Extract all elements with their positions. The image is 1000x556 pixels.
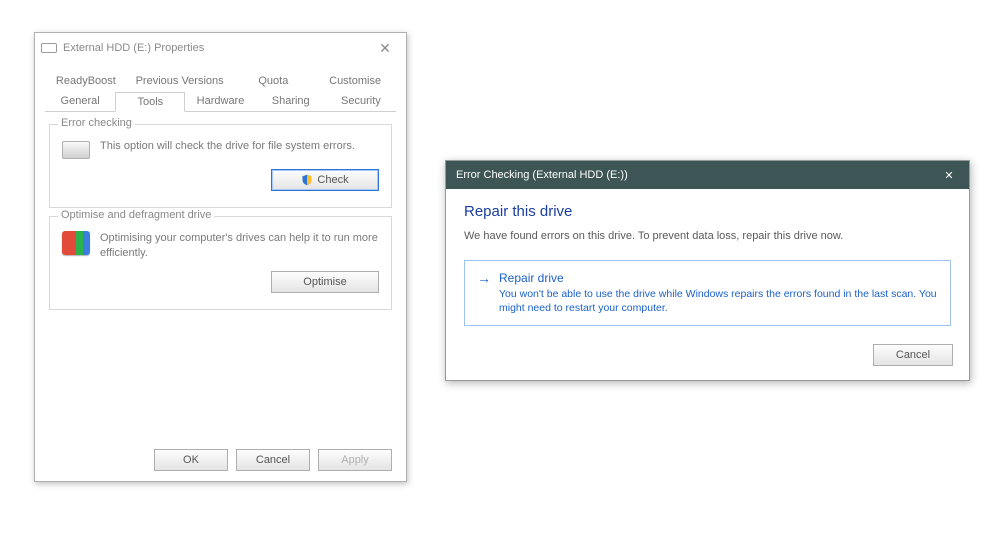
group-error-checking: Error checking This option will check th…	[49, 124, 392, 208]
tab-previous-versions[interactable]: Previous Versions	[127, 71, 233, 91]
ok-button[interactable]: OK	[154, 449, 228, 471]
repair-drive-title: Repair drive	[499, 271, 938, 285]
properties-titlebar[interactable]: External HDD (E:) Properties ✕	[35, 33, 406, 63]
hdd-icon	[41, 43, 57, 53]
tab-sharing[interactable]: Sharing	[256, 91, 326, 111]
close-icon[interactable]: ✕	[929, 161, 969, 189]
cancel-button[interactable]: Cancel	[236, 449, 310, 471]
optimise-text: Optimising your computer's drives can he…	[100, 231, 379, 261]
error-dialog-cancel-button[interactable]: Cancel	[873, 344, 953, 366]
arrow-right-icon: →	[477, 271, 491, 285]
drive-icon	[62, 141, 90, 159]
tab-general[interactable]: General	[45, 91, 115, 111]
tab-hardware[interactable]: Hardware	[185, 91, 255, 111]
error-dialog-message: We have found errors on this drive. To p…	[464, 230, 951, 242]
tab-readyboost[interactable]: ReadyBoost	[45, 71, 127, 91]
tab-quota[interactable]: Quota	[232, 71, 314, 91]
optimise-button[interactable]: Optimise	[271, 271, 379, 293]
group-optimise: Optimise and defragment drive Optimising…	[49, 216, 392, 310]
tab-customise[interactable]: Customise	[314, 71, 396, 91]
properties-footer-buttons: OK Cancel Apply	[154, 449, 392, 471]
tab-strip: ReadyBoost Previous Versions Quota Custo…	[35, 63, 406, 112]
tab-tools[interactable]: Tools	[115, 92, 185, 112]
error-checking-dialog: Error Checking (External HDD (E:)) ✕ Rep…	[445, 160, 970, 381]
error-dialog-heading: Repair this drive	[464, 203, 951, 220]
error-dialog-title: Error Checking (External HDD (E:))	[456, 169, 929, 181]
error-dialog-titlebar[interactable]: Error Checking (External HDD (E:)) ✕	[446, 161, 969, 189]
tab-security[interactable]: Security	[326, 91, 396, 111]
defrag-icon	[62, 231, 90, 255]
check-button-label: Check	[317, 174, 348, 186]
properties-title: External HDD (E:) Properties	[63, 42, 370, 54]
apply-button: Apply	[318, 449, 392, 471]
check-button[interactable]: Check	[271, 169, 379, 191]
optimise-button-label: Optimise	[303, 276, 346, 288]
shield-icon	[301, 174, 313, 186]
group-legend-optimise: Optimise and defragment drive	[58, 209, 214, 221]
group-legend-error-checking: Error checking	[58, 117, 135, 129]
error-checking-text: This option will check the drive for fil…	[100, 139, 379, 154]
close-icon[interactable]: ✕	[370, 40, 400, 57]
repair-drive-command[interactable]: → Repair drive You won't be able to use …	[464, 260, 951, 326]
repair-drive-desc: You won't be able to use the drive while…	[499, 287, 938, 315]
properties-dialog: External HDD (E:) Properties ✕ ReadyBoos…	[34, 32, 407, 482]
